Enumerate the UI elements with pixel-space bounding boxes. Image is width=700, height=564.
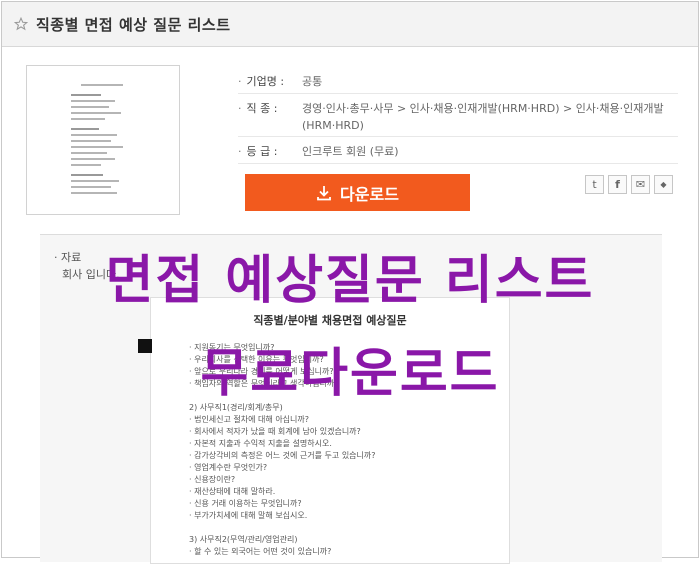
document-line: · 회사에서 적자가 났을 때 회계에 남아 있겠습니까? [189, 427, 361, 436]
document-line: · 감가상각비의 측정은 어느 것에 근거를 두고 있습니까? [189, 451, 376, 460]
document-title: 직종별/분야별 채용면접 예상질문 [253, 314, 407, 327]
document-line: · 재산상태에 대해 말하라. [189, 487, 276, 496]
document-line: · 법인세신고 절차에 대해 아십니까? [189, 415, 309, 424]
bookmark-icon[interactable]: ◆ [654, 175, 673, 194]
thumbnail-page [63, 78, 141, 202]
company-label: 기업명 : [238, 73, 296, 89]
document-thumbnail[interactable] [26, 65, 180, 215]
star-icon[interactable] [14, 17, 28, 31]
twitter-icon[interactable]: t [585, 175, 604, 194]
overlay-subheadline: 무료다운로드 [200, 344, 500, 404]
page-title: 직종별 면접 예상 질문 리스트 [36, 16, 231, 34]
download-icon [317, 185, 331, 200]
job-label: 직 종 : [238, 100, 296, 116]
document-line: · 신용장이란? [189, 475, 236, 484]
divider [238, 136, 678, 137]
document-line: · 부가가치세에 대해 말해 보십시오. [189, 511, 308, 520]
document-line: · 신용 거래 이용하는 무엇입니까? [189, 499, 302, 508]
email-icon[interactable]: ✉ [631, 175, 650, 194]
overlay-headline: 면접 예상질문 리스트 [105, 251, 595, 311]
company-value: 공통 [302, 75, 323, 88]
grade-value: 인크루트 회원 (무료) [302, 145, 399, 158]
download-label: 다운로드 [340, 186, 399, 204]
document-line: · 자본적 지출과 수익적 지출을 설명하시오. [189, 439, 332, 448]
facebook-icon[interactable]: f [608, 175, 627, 194]
grade-label: 등 급 : [238, 143, 296, 159]
divider [238, 93, 678, 94]
document-line: 3) 사무직2(무역/관리/영업관리) [189, 535, 298, 544]
document-line: · 영업계수란 무엇인가? [189, 463, 268, 472]
document-line: · 할 수 있는 외국어는 어떤 것이 있습니까? [189, 547, 332, 556]
divider [238, 163, 678, 164]
download-button[interactable]: 다운로드 [245, 174, 470, 211]
job-value: 경영·인사·총무·사무 > 인사·채용·인재개발(HRM·HRD) > 인사·채… [302, 102, 664, 132]
title-bar: 직종별 면접 예상 질문 리스트 [2, 2, 698, 47]
